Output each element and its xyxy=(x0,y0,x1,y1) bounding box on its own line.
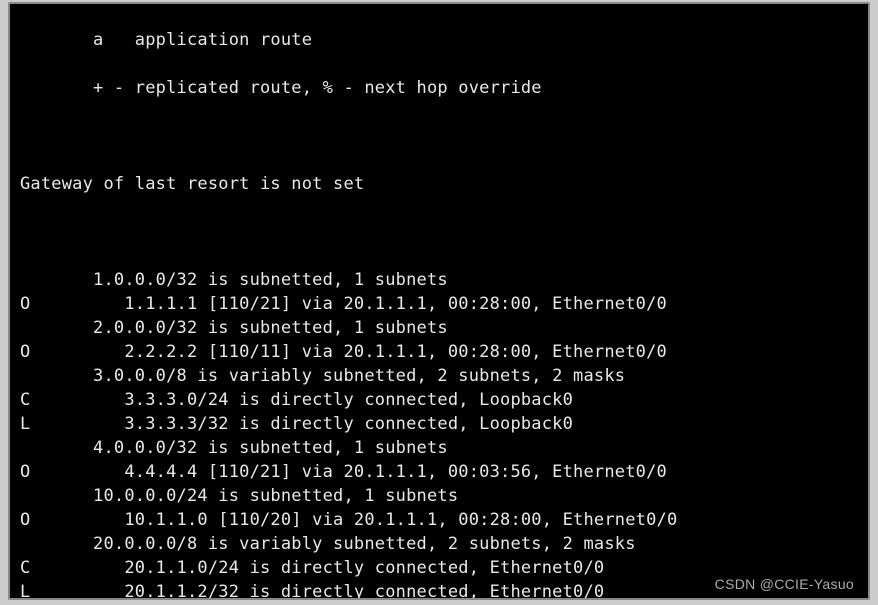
route-line: 2.0.0.0/32 is subnetted, 1 subnets xyxy=(20,316,858,340)
route-line: O 1.1.1.1 [110/21] via 20.1.1.1, 00:28:0… xyxy=(20,292,858,316)
route-line: 1.0.0.0/32 is subnetted, 1 subnets xyxy=(20,268,858,292)
legend-line-1: a application route xyxy=(20,28,858,52)
route-line: L 3.3.3.3/32 is directly connected, Loop… xyxy=(20,412,858,436)
route-line: 10.0.0.0/24 is subnetted, 1 subnets xyxy=(20,484,858,508)
legend-line-2: + - replicated route, % - next hop overr… xyxy=(20,76,858,100)
route-line: 20.0.0.0/8 is variably subnetted, 2 subn… xyxy=(20,532,858,556)
route-line: 4.0.0.0/32 is subnetted, 1 subnets xyxy=(20,436,858,460)
route-line: O 10.1.1.0 [110/20] via 20.1.1.1, 00:28:… xyxy=(20,508,858,532)
page-wrap: a application route + - replicated route… xyxy=(0,0,878,605)
gateway-line: Gateway of last resort is not set xyxy=(20,172,858,196)
route-line: O 2.2.2.2 [110/11] via 20.1.1.1, 00:28:0… xyxy=(20,340,858,364)
terminal-output[interactable]: a application route + - replicated route… xyxy=(10,4,868,600)
route-list: 1.0.0.0/32 is subnetted, 1 subnetsO 1.1.… xyxy=(20,268,858,600)
route-line: C 3.3.3.0/24 is directly connected, Loop… xyxy=(20,388,858,412)
route-line: O 4.4.4.4 [110/21] via 20.1.1.1, 00:03:5… xyxy=(20,460,858,484)
blank-line xyxy=(20,124,858,148)
watermark: CSDN @CCIE-Yasuo xyxy=(715,576,854,592)
blank-line xyxy=(20,220,858,244)
terminal-window: a application route + - replicated route… xyxy=(8,2,870,600)
route-line: 3.0.0.0/8 is variably subnetted, 2 subne… xyxy=(20,364,858,388)
